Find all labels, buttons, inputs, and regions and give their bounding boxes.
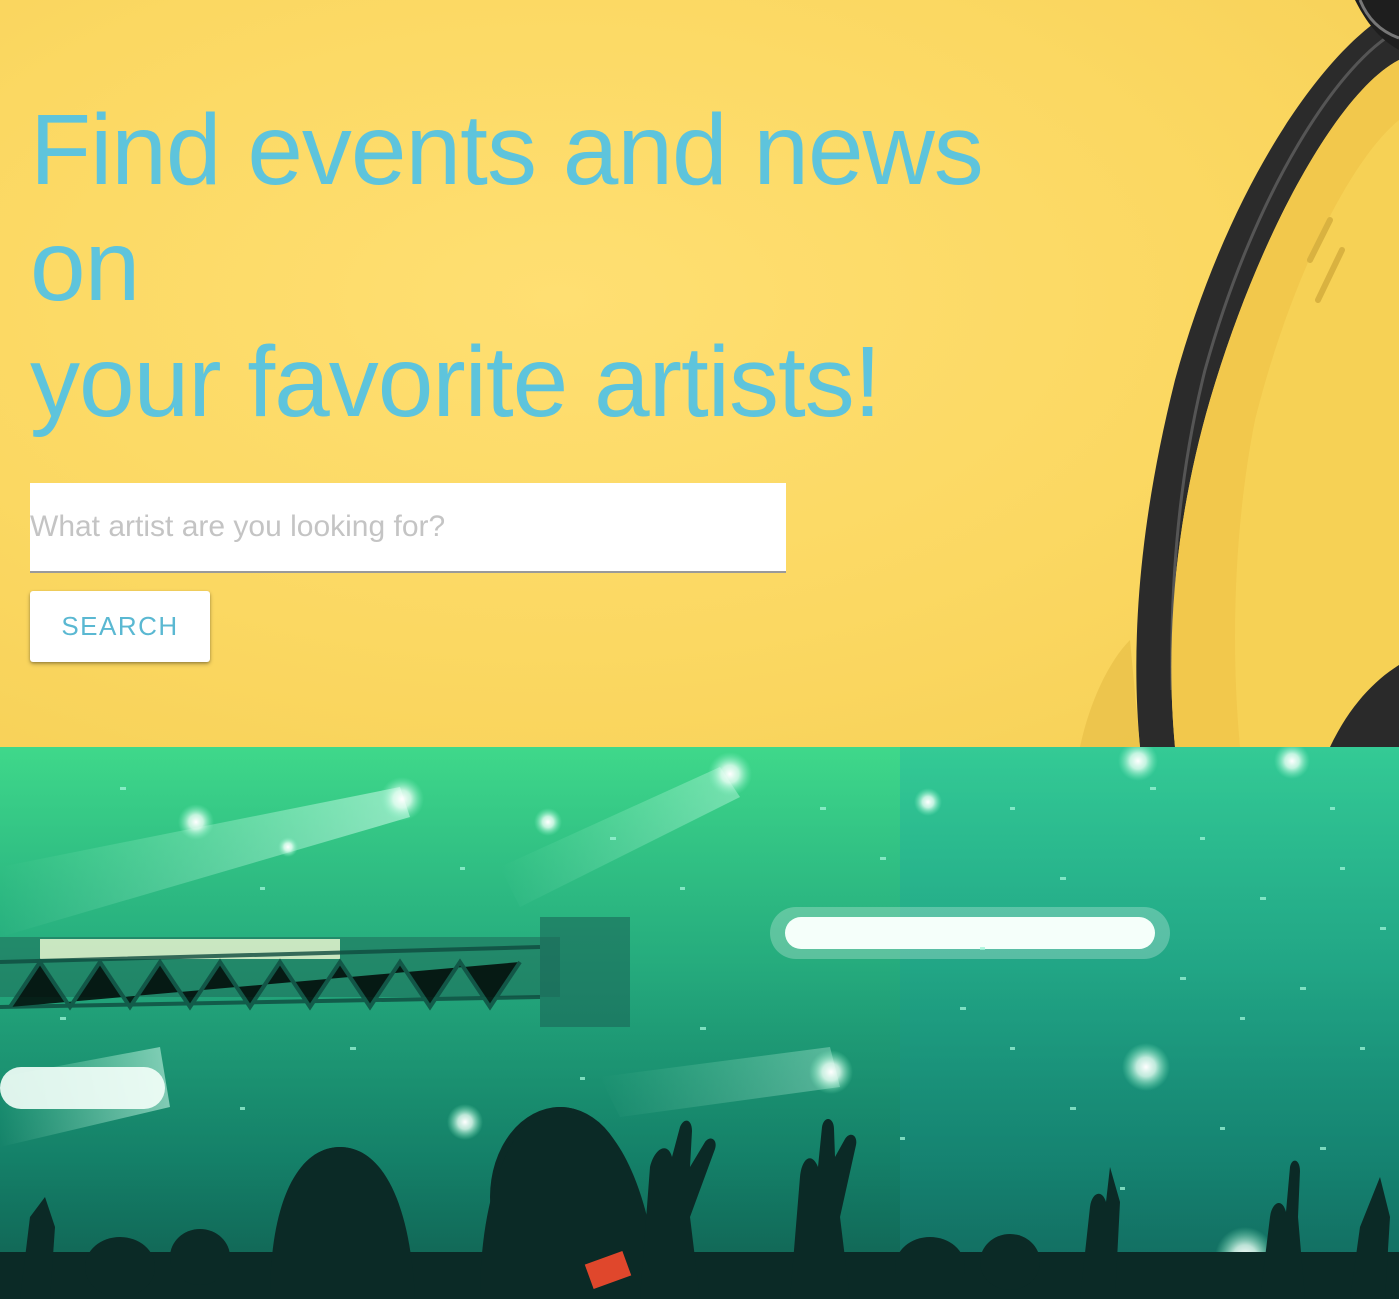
hero-title-line-2: on <box>30 210 140 322</box>
hero-title-line-3: your favorite artists! <box>30 326 882 438</box>
page: Find events and news on your favorite ar… <box>0 0 1399 1299</box>
hero-title-line-1: Find events and news <box>30 94 984 206</box>
artist-search-input[interactable] <box>30 483 786 573</box>
concert-crowd-graphic <box>0 747 1399 1299</box>
hero-section: Find events and news on your favorite ar… <box>0 0 1399 747</box>
hero-title: Find events and news on your favorite ar… <box>30 92 1080 440</box>
search-button[interactable]: SEARCH <box>30 591 210 662</box>
concert-image <box>0 747 1399 1299</box>
